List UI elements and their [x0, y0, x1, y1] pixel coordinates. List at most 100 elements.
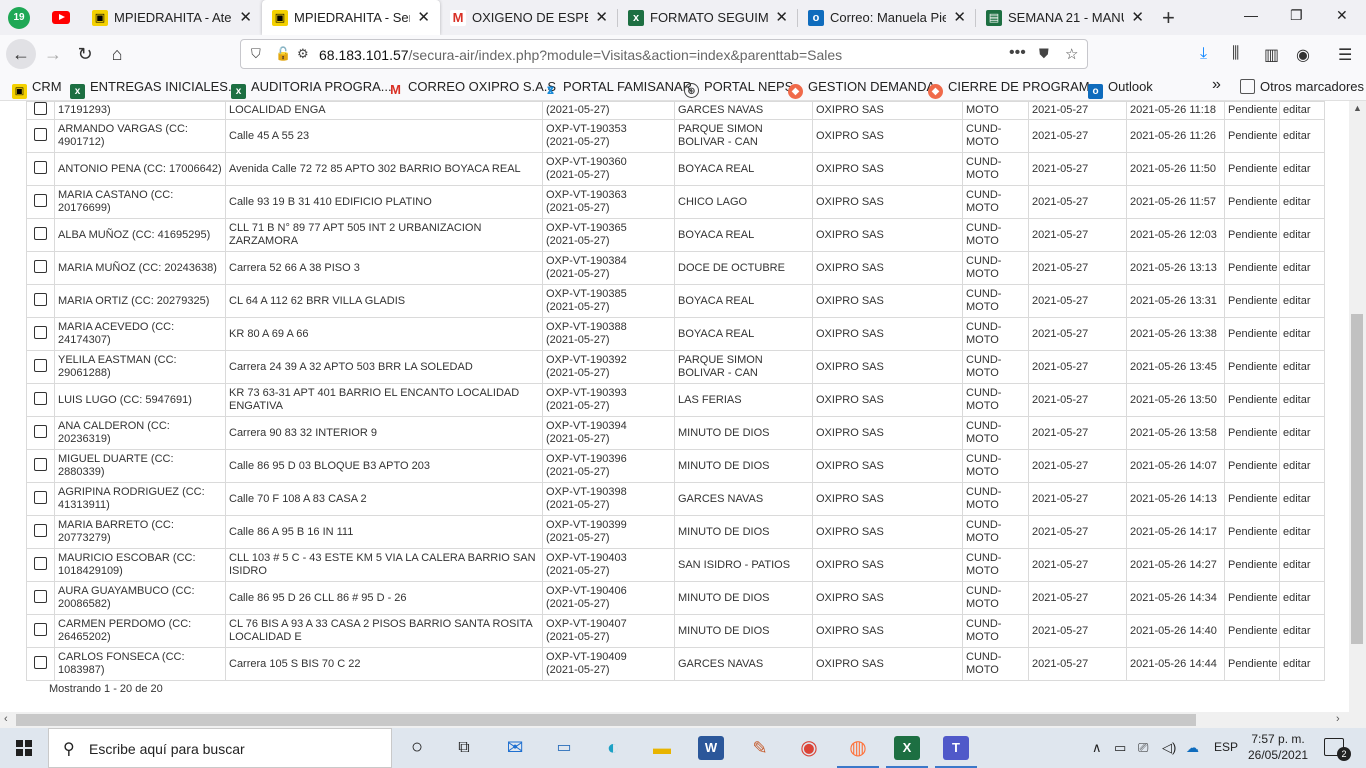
- row-select[interactable]: [26, 185, 55, 219]
- tab-correo[interactable]: o Correo: Manuela Piedra ✕: [798, 0, 976, 35]
- close-tab-icon[interactable]: ✕: [953, 8, 966, 26]
- edit-link[interactable]: editar: [1279, 581, 1325, 615]
- edit-link[interactable]: editar: [1279, 350, 1325, 384]
- bookmark-cierre[interactable]: ◆ CIERRE DE PROGRAM...: [928, 79, 1100, 99]
- row-checkbox[interactable]: [34, 102, 47, 115]
- edit-link[interactable]: editar: [1279, 185, 1325, 219]
- notification-center-icon[interactable]: 2: [1324, 738, 1351, 761]
- row-checkbox[interactable]: [34, 556, 47, 570]
- row-select[interactable]: [26, 482, 55, 516]
- new-tab-icon[interactable]: +: [1162, 5, 1175, 31]
- close-tab-icon[interactable]: ✕: [1131, 8, 1144, 26]
- chrome-icon[interactable]: ◉: [796, 736, 822, 760]
- row-select[interactable]: [26, 383, 55, 417]
- pocket-icon[interactable]: ⛊: [1039, 46, 1049, 62]
- tab-servicios[interactable]: ▣ MPIEDRAHITA - Servic ✕: [262, 0, 440, 35]
- close-window-icon[interactable]: ✕: [1336, 7, 1348, 24]
- excel-icon[interactable]: X: [886, 736, 928, 768]
- whatsapp-pinned-tab[interactable]: 19: [8, 7, 30, 29]
- edit-link[interactable]: editar: [1279, 101, 1325, 120]
- taskbar-clock[interactable]: 7:57 p. m. 26/05/2021: [1248, 731, 1308, 763]
- back-arrow-icon[interactable]: ←: [6, 39, 36, 69]
- row-checkbox[interactable]: [34, 523, 47, 537]
- more-bookmarks-chevron-icon[interactable]: »: [1212, 76, 1221, 94]
- edit-link[interactable]: editar: [1279, 482, 1325, 516]
- sidebar-icon[interactable]: ▥: [1264, 45, 1279, 65]
- home-icon[interactable]: ⌂: [102, 39, 132, 69]
- onedrive-cloud-icon[interactable]: ☁: [1186, 740, 1199, 756]
- row-checkbox[interactable]: [34, 259, 47, 273]
- edit-link[interactable]: editar: [1279, 548, 1325, 582]
- edit-link[interactable]: editar: [1279, 119, 1325, 153]
- word-icon[interactable]: W: [698, 736, 724, 760]
- row-select[interactable]: [26, 101, 55, 120]
- row-select[interactable]: [26, 119, 55, 153]
- row-select[interactable]: [26, 647, 55, 681]
- edit-link[interactable]: editar: [1279, 383, 1325, 417]
- bookmark-entregas[interactable]: x ENTREGAS INICIALES....: [70, 79, 242, 99]
- edit-link[interactable]: editar: [1279, 218, 1325, 252]
- row-select[interactable]: [26, 317, 55, 351]
- restore-icon[interactable]: ❐: [1290, 7, 1303, 24]
- row-select[interactable]: [26, 350, 55, 384]
- row-checkbox[interactable]: [34, 424, 47, 438]
- row-select[interactable]: [26, 581, 55, 615]
- firefox-icon[interactable]: ◍: [837, 736, 879, 768]
- row-select[interactable]: [26, 251, 55, 285]
- windows-start-icon[interactable]: [16, 740, 32, 756]
- close-tab-icon[interactable]: ✕: [417, 8, 430, 26]
- edit-link[interactable]: editar: [1279, 152, 1325, 186]
- row-checkbox[interactable]: [34, 226, 47, 240]
- edit-link[interactable]: editar: [1279, 284, 1325, 318]
- horizontal-scrollbar[interactable]: ‹ ›: [0, 712, 1366, 728]
- row-checkbox[interactable]: [34, 391, 47, 405]
- library-icon[interactable]: ⫼: [1232, 45, 1239, 63]
- tab-atencion[interactable]: ▣ MPIEDRAHITA - Atenci ✕: [82, 0, 262, 35]
- row-checkbox[interactable]: [34, 589, 47, 603]
- edit-link[interactable]: editar: [1279, 251, 1325, 285]
- cortana-icon[interactable]: ○: [404, 736, 430, 760]
- scroll-right-icon[interactable]: ›: [1336, 713, 1340, 725]
- tab-formato[interactable]: x FORMATO SEGUIMIENT ✕: [618, 0, 798, 35]
- row-checkbox[interactable]: [34, 292, 47, 306]
- vertical-scroll-thumb[interactable]: [1351, 314, 1363, 644]
- row-select[interactable]: [26, 614, 55, 648]
- minimize-icon[interactable]: —: [1244, 7, 1258, 23]
- edit-link[interactable]: editar: [1279, 449, 1325, 483]
- task-view-icon[interactable]: ⧉: [451, 736, 477, 760]
- row-checkbox[interactable]: [34, 457, 47, 471]
- bookmark-demanda[interactable]: ◆ GESTION DEMANDA: [788, 79, 935, 99]
- bookmark-star-icon[interactable]: ☆: [1065, 45, 1078, 63]
- language-indicator[interactable]: ESP: [1214, 740, 1238, 754]
- insecure-lock-icon[interactable]: 🔓: [275, 46, 291, 62]
- volume-icon[interactable]: ◁): [1162, 740, 1176, 756]
- reload-icon[interactable]: ↻: [70, 39, 100, 69]
- paint-icon[interactable]: ✎: [747, 736, 773, 760]
- row-select[interactable]: [26, 416, 55, 450]
- url-text[interactable]: 68.183.101.57/secura-air/index.php?modul…: [319, 47, 842, 63]
- edge-icon[interactable]: ◐: [600, 736, 626, 760]
- account-icon[interactable]: ◉: [1296, 45, 1310, 65]
- row-checkbox[interactable]: [34, 490, 47, 504]
- show-hidden-icons-chevron-icon[interactable]: ∧: [1092, 740, 1102, 756]
- url-bar[interactable]: ⛉ 🔓 ⚙ 68.183.101.57/secura-air/index.php…: [240, 39, 1088, 69]
- row-select[interactable]: [26, 284, 55, 318]
- page-actions-icon[interactable]: •••: [1009, 44, 1026, 62]
- row-select[interactable]: [26, 152, 55, 186]
- row-checkbox[interactable]: [34, 127, 47, 141]
- downloads-icon[interactable]: ⤓: [1200, 45, 1207, 63]
- tab-oxigeno[interactable]: M OXIGENO DE ESPERANZ ✕: [440, 0, 618, 35]
- close-tab-icon[interactable]: ✕: [239, 8, 252, 26]
- teams-icon[interactable]: T: [935, 736, 977, 768]
- edit-link[interactable]: editar: [1279, 317, 1325, 351]
- bookmark-neps[interactable]: ⊕ PORTAL NEPS: [684, 79, 793, 98]
- edit-link[interactable]: editar: [1279, 515, 1325, 549]
- row-checkbox[interactable]: [34, 160, 47, 174]
- taskbar-search-box[interactable]: ⚲ Escribe aquí para buscar: [48, 728, 392, 768]
- close-tab-icon[interactable]: ✕: [595, 8, 608, 26]
- tab-semana[interactable]: ▤ SEMANA 21 - MANUE ✕: [976, 0, 1154, 35]
- bookmark-famisanar[interactable]: ⴵ PORTAL FAMISANAR: [543, 79, 692, 99]
- row-checkbox[interactable]: [34, 622, 47, 636]
- scroll-left-icon[interactable]: ‹: [4, 713, 8, 725]
- bookmark-auditoria[interactable]: x AUDITORIA PROGRA...: [231, 79, 392, 99]
